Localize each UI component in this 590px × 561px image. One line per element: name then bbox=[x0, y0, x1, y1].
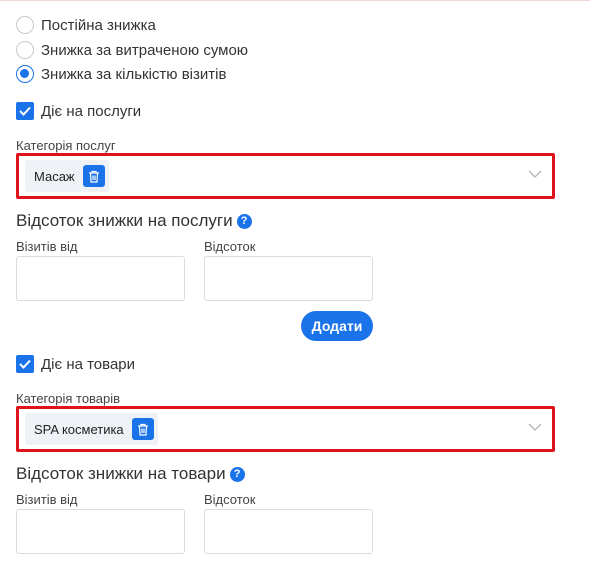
help-icon[interactable]: ? bbox=[236, 213, 252, 229]
radio-constant-discount[interactable]: Постійна знижка bbox=[16, 15, 156, 35]
services-category-select[interactable]: Масаж bbox=[16, 153, 555, 199]
add-button[interactable]: Додати bbox=[301, 311, 373, 341]
radio-spent-amount-discount[interactable]: Знижка за витраченою сумою bbox=[16, 40, 248, 60]
chevron-down-icon[interactable] bbox=[528, 170, 542, 178]
services-applies-checkbox[interactable] bbox=[16, 102, 34, 120]
products-applies-label: Діє на товари bbox=[41, 355, 136, 373]
category-chip: Масаж bbox=[25, 160, 109, 192]
radio-label: Знижка за кількістю візитів bbox=[41, 65, 227, 83]
radio-label: Знижка за витраченою сумою bbox=[41, 41, 249, 59]
products-visits-from-input[interactable] bbox=[16, 509, 185, 554]
chevron-down-icon[interactable] bbox=[528, 423, 542, 431]
products-visits-from-label: Візитів від bbox=[16, 492, 78, 507]
category-chip: SPA косметика bbox=[25, 413, 158, 445]
products-percent-input[interactable] bbox=[204, 509, 373, 554]
radio-label: Постійна знижка bbox=[41, 16, 156, 34]
trash-icon bbox=[137, 423, 148, 436]
products-percent-title: Відсоток знижки на товари ? bbox=[16, 464, 245, 484]
chip-label: Масаж bbox=[34, 168, 75, 184]
help-icon[interactable]: ? bbox=[229, 466, 245, 482]
services-applies-label: Діє на послуги bbox=[41, 102, 142, 120]
trash-icon bbox=[88, 170, 99, 183]
products-category-select[interactable]: SPA косметика bbox=[16, 406, 555, 452]
services-percent-title: Відсоток знижки на послуги ? bbox=[16, 211, 252, 231]
products-percent-label: Відсоток bbox=[204, 492, 256, 507]
radio-button[interactable] bbox=[16, 41, 34, 59]
check-icon bbox=[19, 359, 31, 369]
radio-button-selected[interactable] bbox=[16, 65, 34, 83]
services-applies-checkbox-row[interactable]: Діє на послуги bbox=[16, 101, 141, 121]
products-percent-title-text: Відсоток знижки на товари bbox=[16, 464, 226, 483]
radio-visits-count-discount[interactable]: Знижка за кількістю візитів bbox=[16, 64, 226, 84]
services-category-label: Категорія послуг bbox=[16, 138, 116, 153]
services-percent-label: Відсоток bbox=[204, 239, 256, 254]
chip-delete-button[interactable] bbox=[82, 165, 105, 187]
products-category-label: Категорія товарів bbox=[16, 391, 121, 406]
chip-label: SPA косметика bbox=[34, 421, 124, 437]
services-percent-input[interactable] bbox=[204, 256, 373, 301]
services-visits-from-input[interactable] bbox=[16, 256, 185, 301]
radio-button[interactable] bbox=[16, 16, 34, 34]
services-percent-title-text: Відсоток знижки на послуги bbox=[16, 211, 233, 230]
services-visits-from-label: Візитів від bbox=[16, 239, 78, 254]
products-applies-checkbox[interactable] bbox=[16, 355, 34, 373]
products-applies-checkbox-row[interactable]: Діє на товари bbox=[16, 354, 135, 374]
check-icon bbox=[19, 106, 31, 116]
chip-delete-button[interactable] bbox=[131, 418, 154, 440]
